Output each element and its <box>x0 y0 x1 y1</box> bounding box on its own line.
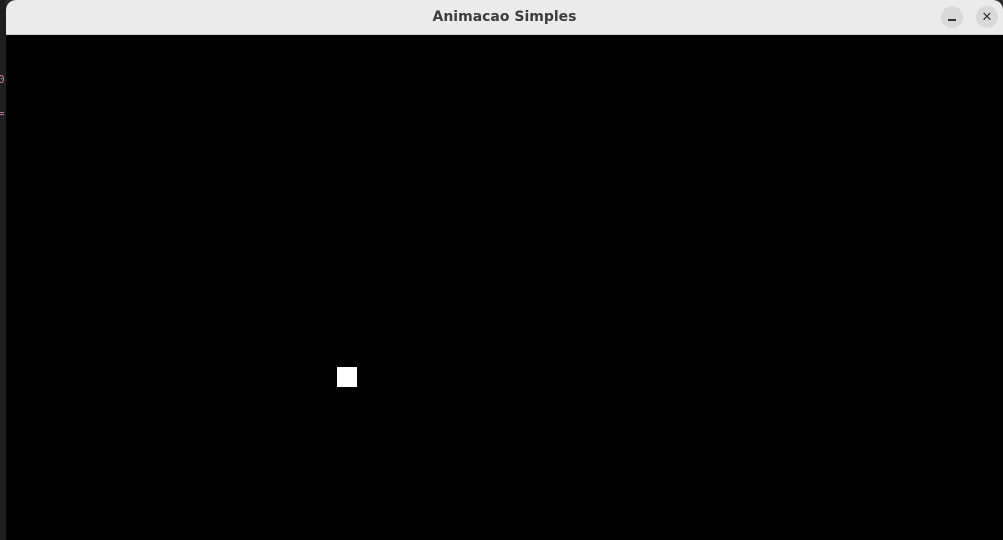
minimize-icon <box>948 19 956 21</box>
window-title: Animacao Simples <box>432 9 577 25</box>
close-icon: ✕ <box>981 9 993 25</box>
background-text-fragment: = <box>0 107 5 120</box>
animated-square <box>337 367 357 387</box>
title-bar[interactable]: Animacao Simples ✕ <box>6 0 1003 35</box>
background-text-fragment: 0 <box>0 73 5 86</box>
close-button[interactable]: ✕ <box>976 6 998 28</box>
minimize-button[interactable] <box>941 6 963 28</box>
animation-canvas <box>6 35 1003 540</box>
app-window: Animacao Simples ✕ <box>6 0 1003 540</box>
